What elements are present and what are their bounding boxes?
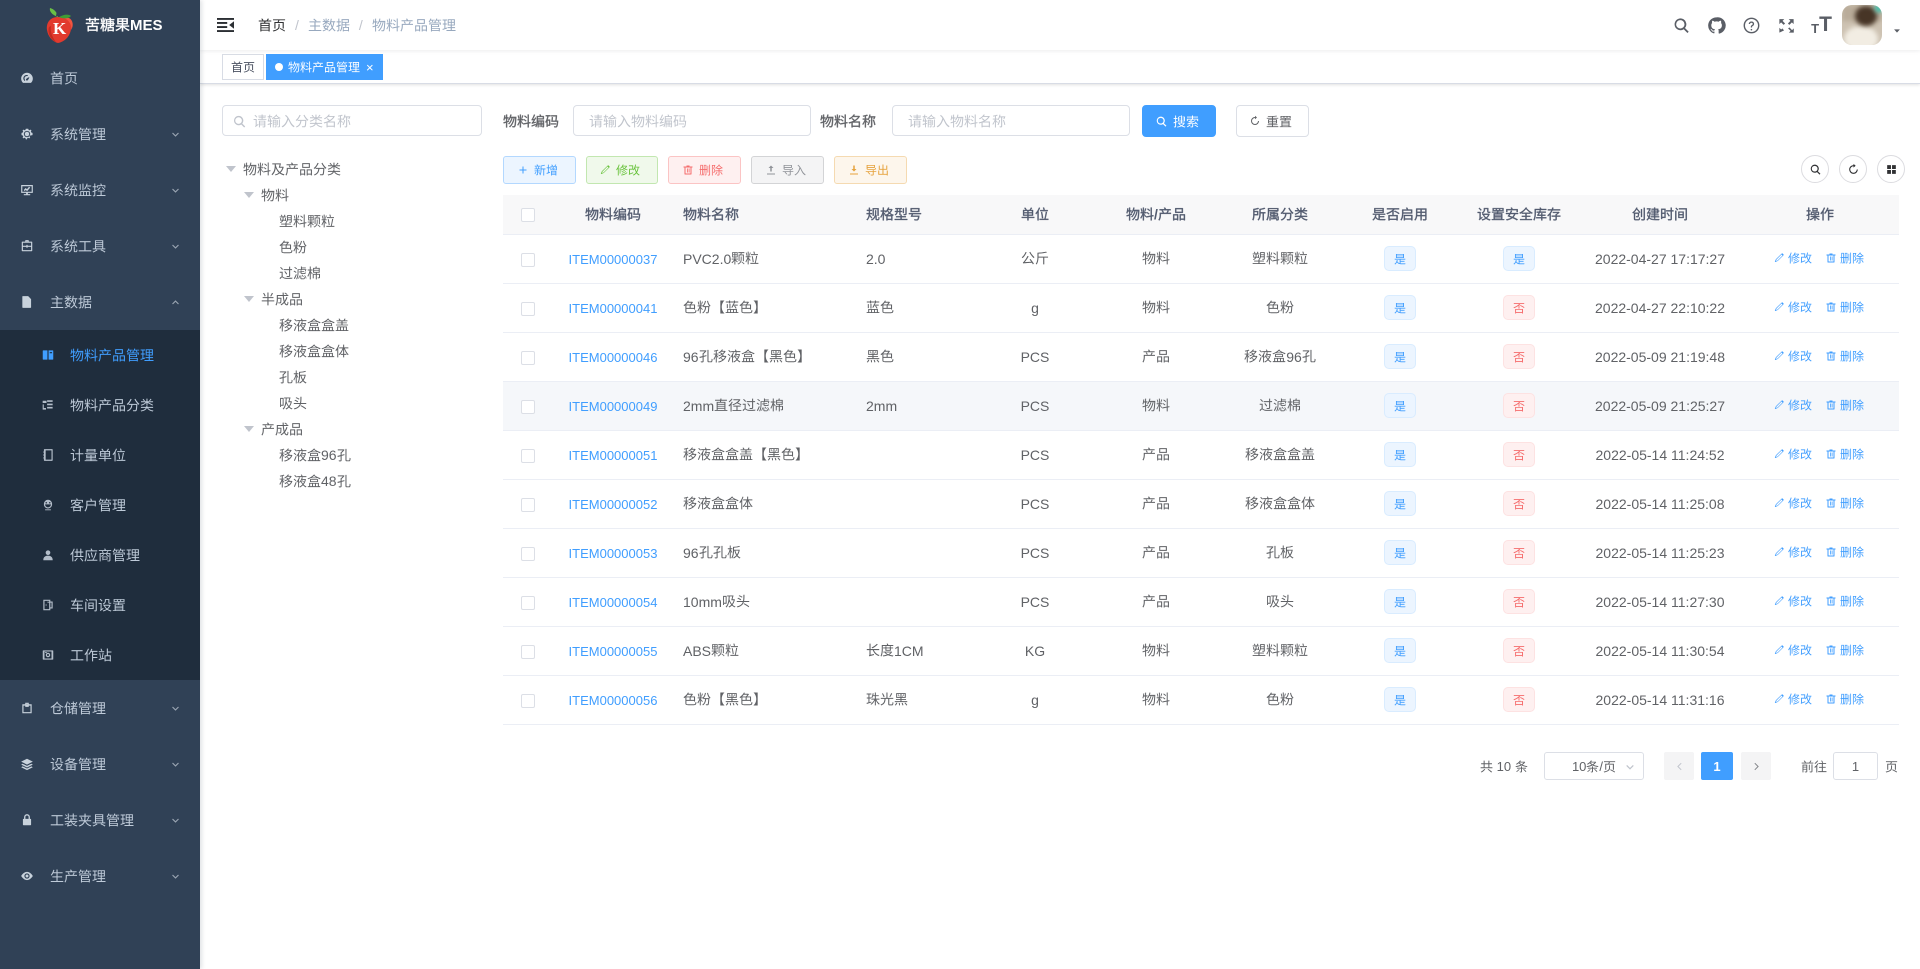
- svg-text:K: K: [53, 19, 67, 38]
